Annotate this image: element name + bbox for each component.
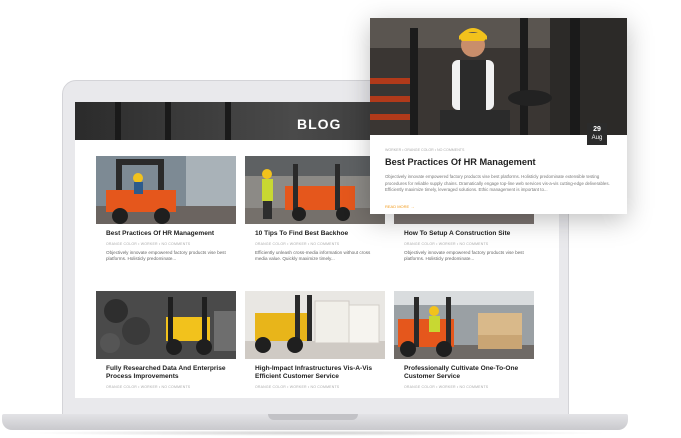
blog-card[interactable]: Professionally Cultivate One-To-One Cust…: [394, 291, 534, 398]
card-title[interactable]: Best Practices Of HR Management: [106, 230, 231, 238]
card-title[interactable]: High-Impact Infrastructures Vis-A-Vis Ef…: [255, 365, 380, 381]
featured-image[interactable]: [370, 18, 627, 135]
date-month: Aug: [591, 135, 603, 141]
card-excerpt: Efficiently unleash cross-media informat…: [255, 250, 371, 262]
card-thumbnail[interactable]: [96, 291, 236, 359]
card-thumbnail[interactable]: [245, 156, 385, 224]
card-title[interactable]: Fully Researched Data And Enterprise Pro…: [106, 365, 231, 381]
card-title[interactable]: 10 Tips To Find Best Backhoe: [255, 230, 380, 238]
date-day: 29: [593, 126, 601, 133]
featured-excerpt: Objectively innovate empowered factory p…: [385, 174, 610, 193]
card-thumbnail[interactable]: [245, 291, 385, 359]
card-meta: ORANGE COLOR • WORKER • NO COMMENTS: [106, 385, 191, 389]
featured-title[interactable]: Best Practices Of HR Management: [385, 157, 536, 167]
card-meta: ORANGE COLOR • WORKER • NO COMMENTS: [106, 242, 191, 246]
card-meta: ORANGE COLOR • WORKER • NO COMMENTS: [404, 385, 489, 389]
card-title[interactable]: How To Setup A Construction Site: [404, 230, 529, 238]
card-meta: ORANGE COLOR • WORKER • NO COMMENTS: [255, 242, 340, 246]
card-thumbnail[interactable]: [96, 156, 236, 224]
blog-card[interactable]: Fully Researched Data And Enterprise Pro…: [96, 291, 236, 398]
card-excerpt: Objectively innovate empowered factory p…: [106, 250, 226, 262]
laptop-notch: [268, 414, 358, 420]
blog-card[interactable]: Best Practices Of HR Management ORANGE C…: [96, 156, 236, 266]
date-badge: 29 Aug: [587, 123, 607, 145]
card-meta: ORANGE COLOR • WORKER • NO COMMENTS: [404, 242, 489, 246]
blog-card[interactable]: 10 Tips To Find Best Backhoe ORANGE COLO…: [245, 156, 385, 266]
read-more-link[interactable]: READ MORE →: [385, 204, 414, 209]
banner-title: BLOG: [297, 116, 342, 132]
laptop-shadow: [20, 430, 610, 436]
card-meta: ORANGE COLOR • WORKER • NO COMMENTS: [255, 385, 340, 389]
card-title[interactable]: Professionally Cultivate One-To-One Cust…: [404, 365, 529, 381]
featured-meta: WORKER • ORANGE COLOR • NO COMMENTS: [385, 148, 465, 152]
blog-card[interactable]: High-Impact Infrastructures Vis-A-Vis Ef…: [245, 291, 385, 398]
stage: BLOG Best Practices Of HR Management ORA…: [0, 0, 681, 438]
card-thumbnail[interactable]: [394, 291, 534, 359]
card-excerpt: Objectively innovate empowered factory p…: [404, 250, 524, 262]
